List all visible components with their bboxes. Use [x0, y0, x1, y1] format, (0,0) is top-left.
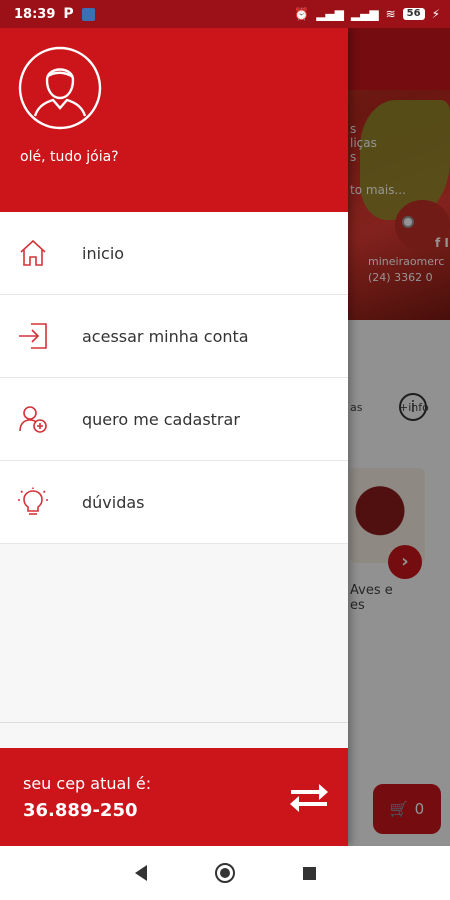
signal-icon-2: ▂▄▆	[350, 7, 379, 21]
cep-value: 36.889-250	[23, 800, 138, 821]
drawer-header: olé, tudo jóia?	[0, 28, 348, 212]
cep-label: seu cep atual é:	[23, 774, 152, 793]
menu-item-label: inicio	[82, 243, 125, 263]
wifi-icon: ≋	[385, 7, 396, 21]
charging-icon: ⚡	[431, 7, 440, 21]
login-icon	[17, 320, 49, 352]
navigation-drawer: olé, tudo jóia? inicio acessar minha con…	[0, 28, 348, 846]
add-user-icon	[17, 403, 49, 435]
battery-icon: 56	[402, 8, 425, 20]
back-icon[interactable]	[134, 865, 147, 881]
drawer-divider	[0, 722, 348, 723]
recent-apps-icon[interactable]	[302, 866, 316, 880]
home-button-icon[interactable]	[214, 863, 235, 883]
menu-item-register[interactable]: quero me cadastrar	[0, 378, 348, 461]
menu-item-label: quero me cadastrar	[82, 409, 240, 429]
signal-icon: ▂▄▆	[316, 7, 344, 21]
status-bar: 18:39 P ⏰ ▂▄▆ ▂▄▆ ≋ 56 ⚡	[0, 0, 450, 28]
home-icon	[17, 237, 49, 269]
menu-item-label: acessar minha conta	[82, 326, 249, 346]
user-avatar-icon	[18, 46, 102, 130]
menu-item-help[interactable]: dúvidas	[0, 461, 348, 544]
menu-item-label: dúvidas	[82, 492, 145, 512]
menu-item-account[interactable]: acessar minha conta	[0, 295, 348, 378]
cep-footer[interactable]: seu cep atual é: 36.889-250	[0, 748, 348, 846]
alarm-icon: ⏰	[294, 7, 310, 21]
app-notification-icon	[81, 7, 95, 21]
system-nav-bar	[0, 846, 450, 900]
lightbulb-icon	[17, 486, 49, 518]
drawer-menu: inicio acessar minha conta quero me cada…	[0, 212, 348, 544]
swap-arrows-icon[interactable]	[289, 782, 329, 814]
parking-app-icon: P	[63, 6, 74, 22]
greeting-text: olé, tudo jóia?	[20, 149, 119, 165]
status-time: 18:39	[14, 6, 56, 22]
menu-item-inicio[interactable]: inicio	[0, 212, 348, 295]
